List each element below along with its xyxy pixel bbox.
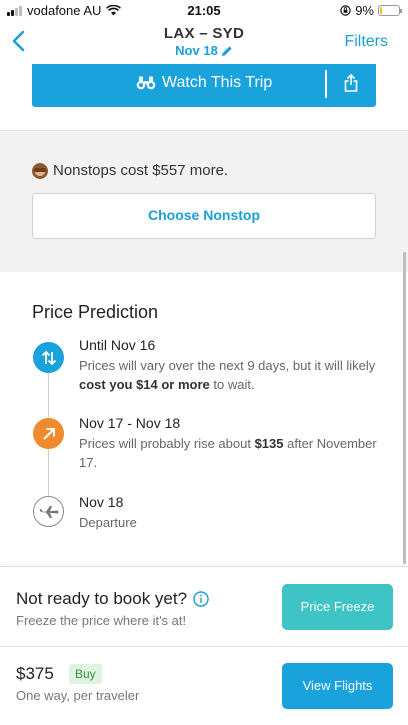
- price-freeze-section: Not ready to book yet? Freeze the price …: [0, 566, 408, 646]
- booking-section: $375 Buy One way, per traveler View Flig…: [0, 646, 408, 725]
- filters-button[interactable]: Filters: [344, 33, 388, 51]
- status-bar: vodafone AU 21:05 9%: [0, 0, 408, 22]
- airplane-icon: [33, 496, 64, 527]
- freeze-subtitle: Freeze the price where it's at!: [16, 613, 187, 628]
- choose-nonstop-button[interactable]: Choose Nonstop: [32, 193, 376, 239]
- trip-date[interactable]: Nov 18: [175, 43, 218, 58]
- prediction-item: Nov 17 - Nov 18 Prices will probably ris…: [79, 415, 379, 472]
- nonstop-section: Nonstops cost $557 more. Choose Nonstop: [0, 130, 408, 272]
- prediction-item: Nov 18 Departure: [79, 494, 379, 532]
- prediction-item-title: Nov 17 - Nov 18: [79, 415, 181, 431]
- nav-bar: LAX – SYD Nov 18 Filters: [0, 22, 408, 64]
- battery-icon: [378, 5, 402, 16]
- price-freeze-button[interactable]: Price Freeze: [282, 584, 393, 630]
- prediction-item-title: Until Nov 16: [79, 337, 156, 353]
- freeze-question-text: Not ready to book yet?: [16, 589, 188, 608]
- share-icon[interactable]: [344, 74, 358, 92]
- watch-trip-label[interactable]: Watch This Trip: [162, 74, 272, 92]
- freeze-question: Not ready to book yet?: [16, 589, 209, 609]
- section-title: Price Prediction: [32, 302, 159, 322]
- monkey-emoji-icon: [32, 162, 48, 179]
- watch-section: Watch This Trip: [0, 64, 408, 130]
- price-prediction-section: Price Prediction Until Nov 16 Prices wil…: [0, 272, 408, 557]
- prediction-item-desc: Departure: [79, 515, 137, 530]
- arrow-up-right-icon: [33, 418, 64, 449]
- fare-price: $375: [16, 664, 54, 683]
- location-lock-icon: [340, 5, 351, 16]
- scrollbar[interactable]: [403, 252, 406, 564]
- watch-trip-button[interactable]: Watch This Trip: [32, 64, 376, 107]
- prediction-item-title: Nov 18: [79, 494, 124, 510]
- info-icon[interactable]: [193, 591, 209, 607]
- battery-percent: 9%: [355, 3, 374, 18]
- button-divider: [325, 70, 327, 98]
- binoculars-icon: [136, 76, 156, 90]
- prediction-item-desc: Prices will vary over the next 9 days, b…: [79, 358, 376, 392]
- view-flights-button[interactable]: View Flights: [282, 663, 393, 709]
- prediction-item-desc: Prices will probably rise about $135 aft…: [79, 436, 377, 470]
- prediction-item: Until Nov 16 Prices will vary over the n…: [79, 337, 379, 394]
- fare-subtitle: One way, per traveler: [16, 688, 140, 703]
- pencil-icon[interactable]: [221, 45, 233, 57]
- arrows-up-down-icon: [33, 342, 64, 373]
- nonstop-text: Nonstops cost $557 more.: [53, 162, 229, 179]
- buy-badge: Buy: [69, 664, 102, 684]
- nonstop-message: Nonstops cost $557 more.: [32, 162, 228, 179]
